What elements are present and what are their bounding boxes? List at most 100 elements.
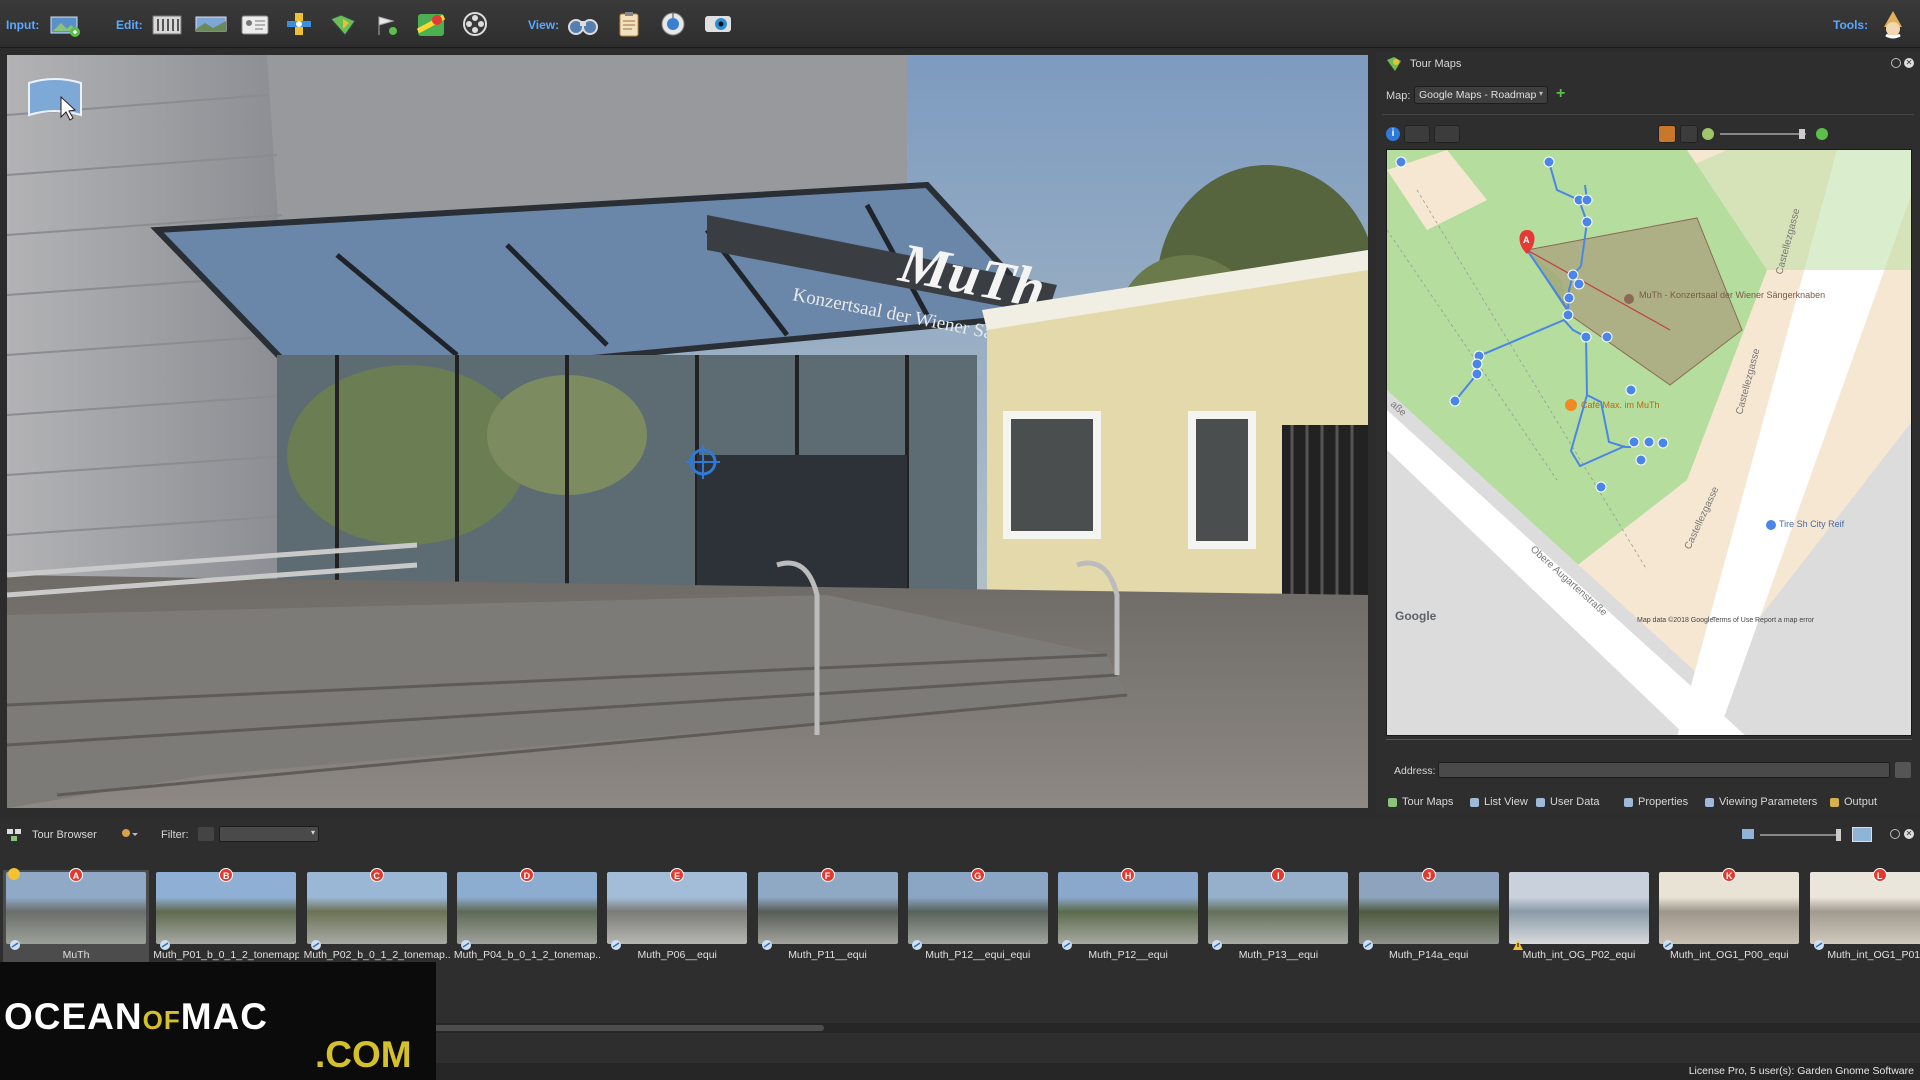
sort-options-icon[interactable] bbox=[120, 827, 138, 841]
map-provider-value: Google Maps - Roadmap bbox=[1419, 89, 1536, 101]
tab-user-data[interactable]: User Data bbox=[1536, 791, 1600, 813]
filter-pencil-icon[interactable] bbox=[198, 827, 214, 841]
panel-undock-icon[interactable] bbox=[1890, 829, 1900, 839]
thumbnail-marker: G bbox=[971, 868, 985, 882]
panorama-thumbnail[interactable]: CMuth_P02_b_0_1_2_tonemap... bbox=[304, 870, 450, 962]
watermark-ocean: OCEAN bbox=[4, 996, 143, 1037]
panorama-thumbnail[interactable]: IMuth_P13__equi bbox=[1205, 870, 1351, 962]
tab-properties[interactable]: Properties bbox=[1624, 791, 1688, 813]
marker-label-a: A bbox=[1523, 235, 1530, 245]
poi-cafe-label: Café Max. im MuTh bbox=[1581, 400, 1660, 410]
tab-output[interactable]: Output bbox=[1830, 791, 1877, 813]
map-canvas: A MuTh - Konzertsaal der Wiener Sängerkn… bbox=[1387, 150, 1912, 736]
divider bbox=[1386, 739, 1912, 740]
thumbnail-caption: Muth_P14a_equi bbox=[1356, 949, 1502, 961]
panorama-editor-icon[interactable] bbox=[194, 8, 228, 40]
panel-tabbar: Tour Maps List View User Data Properties… bbox=[1376, 791, 1920, 813]
panorama-thumbnail[interactable]: KMuth_int_OG1_P00_equi bbox=[1656, 870, 1802, 962]
viewing-icon bbox=[1705, 798, 1714, 807]
waypoint-tool-icon[interactable] bbox=[1434, 125, 1460, 143]
thumbnail-marker: A bbox=[69, 868, 83, 882]
tab-label: User Data bbox=[1550, 796, 1600, 808]
panorama-thumbnail[interactable]: HMuth_P12__equi bbox=[1055, 870, 1201, 962]
zoom-slider-handle[interactable] bbox=[1799, 129, 1805, 139]
edit-label: Edit: bbox=[116, 18, 143, 32]
zoom-in-icon[interactable] bbox=[1816, 128, 1828, 140]
terms-link: Terms of Use bbox=[1712, 617, 1753, 624]
panorama-thumbnail[interactable]: BMuth_P01_b_0_1_2_tonemapp... bbox=[153, 870, 299, 962]
thumbnail-caption: Muth_P06__equi bbox=[604, 949, 750, 961]
properties-icon bbox=[1624, 798, 1633, 807]
zoom-out-icon[interactable] bbox=[1702, 128, 1714, 140]
panorama-thumbnail[interactable]: JMuth_P14a_equi bbox=[1356, 870, 1502, 962]
thumbnail-image bbox=[307, 872, 447, 944]
tab-tour-maps[interactable]: Tour Maps bbox=[1388, 791, 1453, 813]
panorama-thumbnail[interactable]: A MuTh bbox=[3, 870, 149, 962]
preview-globe-icon[interactable] bbox=[656, 8, 690, 40]
map-provider-select[interactable]: Google Maps - Roadmap ▾ bbox=[1414, 86, 1548, 104]
fullscreen-icon[interactable] bbox=[1680, 125, 1698, 143]
panorama-viewer[interactable]: Konzertsaal der Wiener Sängerknaben MuTh bbox=[7, 55, 1368, 808]
tab-viewing-parameters[interactable]: Viewing Parameters bbox=[1705, 791, 1817, 813]
license-status: License Pro, 5 user(s): Garden Gnome Sof… bbox=[1689, 1065, 1914, 1077]
info-icon[interactable]: i bbox=[1386, 127, 1400, 141]
panorama-thumbnail[interactable]: G Muth_P12__equi_equi bbox=[905, 870, 1051, 962]
panel-close-icon[interactable]: ✕ bbox=[1904, 829, 1914, 839]
import-panorama-icon[interactable] bbox=[48, 8, 82, 40]
panorama-thumbnail[interactable]: L Muth_int_OG1_P01_e bbox=[1807, 870, 1920, 962]
thumbnail-caption: Muth_P13__equi bbox=[1205, 949, 1351, 961]
tour-map-editor-icon[interactable] bbox=[326, 8, 360, 40]
panorama-overlay-icon[interactable] bbox=[25, 75, 85, 123]
google-logo: Google bbox=[1395, 609, 1437, 623]
address-search-icon[interactable] bbox=[1895, 762, 1911, 778]
thumbnail-caption: MuTh bbox=[3, 949, 149, 961]
panorama-thumbnail[interactable]: Muth_int_OG_P02_equi bbox=[1506, 870, 1652, 962]
scrollbar-thumb[interactable] bbox=[434, 1025, 824, 1031]
add-map-icon[interactable]: + bbox=[1556, 86, 1578, 104]
edit-images-icon[interactable] bbox=[150, 8, 184, 40]
clipboard-icon[interactable] bbox=[612, 8, 646, 40]
thumbnail-image bbox=[607, 872, 747, 944]
thumbnail-size-slider[interactable] bbox=[1760, 834, 1840, 836]
eye-view-icon[interactable] bbox=[702, 8, 736, 40]
thumbnail-caption: Muth_int_OG1_P01_e bbox=[1807, 949, 1920, 961]
panorama-thumbnail[interactable]: EMuth_P06__equi bbox=[604, 870, 750, 962]
panorama-thumbnail[interactable]: FMuth_P11__equi bbox=[755, 870, 901, 962]
report-map-error-link: Report a map error bbox=[1755, 617, 1815, 624]
link-tool-icon[interactable] bbox=[1404, 125, 1430, 143]
list-icon bbox=[1470, 798, 1479, 807]
address-input[interactable] bbox=[1438, 762, 1890, 778]
panel-undock-icon[interactable] bbox=[1891, 58, 1901, 68]
thumbnail-caption: Muth_P02_b_0_1_2_tonemap... bbox=[304, 949, 450, 961]
tab-list-view[interactable]: List View bbox=[1470, 791, 1528, 813]
film-reel-icon[interactable] bbox=[458, 8, 492, 40]
thumbnail-image bbox=[758, 872, 898, 944]
start-node-badge-icon bbox=[8, 868, 20, 880]
binoculars-icon[interactable] bbox=[566, 8, 600, 40]
filter-input[interactable]: ▾ bbox=[219, 826, 319, 842]
slider-handle[interactable] bbox=[1836, 829, 1841, 841]
zoom-slider[interactable] bbox=[1720, 133, 1806, 135]
panorama-thumbnail[interactable]: DMuth_P04_b_0_1_2_tonemap... bbox=[454, 870, 600, 962]
thumbnail-caption: Muth_P01_b_0_1_2_tonemapp... bbox=[153, 949, 299, 961]
marker-pin-icon[interactable] bbox=[1658, 125, 1676, 143]
thumbnail-caption: Muth_P12__equi_equi bbox=[905, 949, 1051, 961]
panel-close-icon[interactable]: ✕ bbox=[1904, 58, 1914, 68]
thumbnail-marker: L bbox=[1873, 868, 1887, 882]
thumbnail-small-icon[interactable] bbox=[1742, 829, 1754, 839]
garden-gnome-tools-icon[interactable] bbox=[1876, 8, 1910, 40]
google-map-view[interactable]: A MuTh - Konzertsaal der Wiener Sängerkn… bbox=[1386, 149, 1912, 736]
thumbnail-marker: F bbox=[821, 868, 835, 882]
chevron-down-icon: ▾ bbox=[1539, 89, 1543, 98]
hotspot-editor-icon[interactable] bbox=[282, 8, 316, 40]
horizontal-scrollbar[interactable] bbox=[434, 1023, 1920, 1033]
thumbnail-large-icon[interactable] bbox=[1852, 827, 1872, 842]
thumbnail-image bbox=[6, 872, 146, 944]
thumbnail-image bbox=[908, 872, 1048, 944]
user-data-icon[interactable] bbox=[238, 8, 272, 40]
divider bbox=[1382, 114, 1914, 115]
tour-browser-icon bbox=[6, 826, 22, 842]
tour-navigation-icon[interactable] bbox=[370, 8, 404, 40]
google-maps-icon[interactable] bbox=[414, 8, 448, 40]
tab-label: Tour Maps bbox=[1402, 796, 1453, 808]
